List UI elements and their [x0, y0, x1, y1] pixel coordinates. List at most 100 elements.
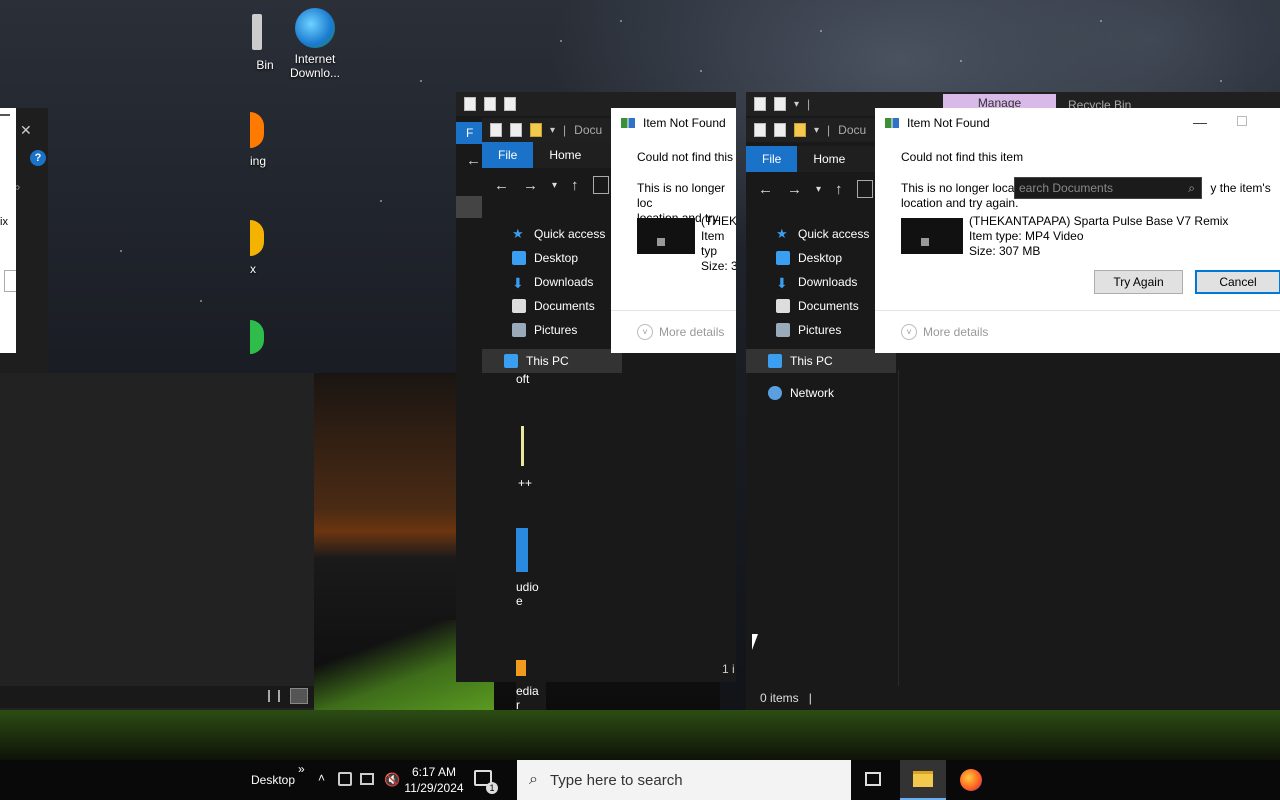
up-arrow-icon[interactable]: ↑: [571, 177, 579, 194]
forward-arrow-icon[interactable]: →: [787, 181, 802, 198]
firefox-icon[interactable]: [960, 769, 982, 791]
status-bar: 0 items |: [746, 686, 1280, 710]
nav-network[interactable]: Network: [746, 381, 834, 405]
network-icon: [768, 386, 782, 400]
desktop-app-icon-orange[interactable]: ing: [250, 112, 280, 168]
nav-quick-access[interactable]: ★ Quick access: [746, 222, 896, 246]
tiles-view-icon[interactable]: [290, 688, 308, 704]
item-type: Item type: MP4 Video: [969, 229, 1084, 243]
address-icon[interactable]: [856, 180, 873, 198]
documents-icon: [776, 299, 790, 313]
close-icon[interactable]: ✕: [20, 122, 32, 139]
nav-desktop[interactable]: Desktop: [482, 246, 632, 270]
item-not-found-dialog-left: Item Not Found Could not find this This …: [611, 108, 736, 353]
desktop-label: udio: [516, 580, 539, 594]
address-icon[interactable]: [592, 176, 609, 194]
left-window-statusbar: [0, 686, 314, 708]
wallpaper-bottom-strip: [0, 710, 1280, 760]
desktop-label: edia: [516, 684, 539, 698]
recent-chevron-icon[interactable]: ▾: [816, 184, 821, 195]
visual-studio-icon[interactable]: [516, 528, 528, 572]
more-details-toggle[interactable]: ˅ More details: [637, 324, 724, 340]
toolbar-overflow-icon[interactable]: »: [298, 762, 305, 776]
nav-downloads[interactable]: ⬇ Downloads: [482, 270, 632, 294]
back-arrow-icon[interactable]: ←: [494, 177, 509, 194]
search-input[interactable]: earch Documents ⌕: [1014, 177, 1202, 199]
tab-file[interactable]: File: [746, 146, 798, 172]
qat-icon: [464, 97, 476, 111]
back-arrow-icon[interactable]: ←: [758, 181, 773, 198]
nav-pictures[interactable]: Pictures: [482, 318, 632, 342]
ribbon-file-tab[interactable]: F: [456, 122, 482, 144]
desktop-toolbar-label[interactable]: Desktop: [251, 773, 295, 787]
desktop-app-icon-green[interactable]: [250, 320, 280, 354]
nav-documents[interactable]: Documents: [482, 294, 632, 318]
back-arrow-icon[interactable]: ←: [466, 152, 481, 169]
nav-desktop[interactable]: Desktop: [746, 246, 896, 270]
minimize-button[interactable]: —: [1193, 114, 1207, 130]
nav-quick-access[interactable]: ★ Quick access: [482, 222, 632, 246]
desktop-folder-icon: [776, 251, 790, 265]
antivirus-tray-icon[interactable]: [338, 772, 352, 786]
computer-icon: [768, 354, 782, 368]
desktop-label: r: [516, 698, 520, 712]
file-explorer-taskbar-icon[interactable]: [900, 760, 946, 800]
more-details-toggle[interactable]: ˅ More details: [901, 324, 988, 340]
notification-count: 1: [486, 782, 498, 794]
media-player-icon[interactable]: [516, 660, 526, 676]
desktop-app-icon-yellow[interactable]: x: [250, 220, 280, 276]
item-size: Size: 307 MB: [969, 244, 1041, 258]
internet-download-manager-icon[interactable]: Internet Downlo...: [280, 8, 350, 80]
clock-time: 6:17 AM: [411, 765, 457, 779]
dialog-body-line1: This is no longer loc: [637, 181, 726, 210]
desktop-label: e: [516, 594, 523, 608]
chevron-down-icon: ˅: [637, 324, 653, 340]
video-thumbnail: [637, 218, 696, 254]
taskbar-search[interactable]: ⌕ Type here to search: [517, 760, 851, 800]
desktop-folder-icon: [512, 251, 526, 265]
nav-this-pc[interactable]: This PC: [746, 349, 896, 373]
dialog-title: Item Not Found: [643, 116, 726, 130]
desktop-label: ++: [518, 476, 533, 490]
up-arrow-icon[interactable]: ↑: [835, 181, 843, 198]
try-again-button[interactable]: Try Again: [1094, 270, 1183, 294]
dialog-heading: Could not find this item: [901, 150, 1024, 164]
recent-chevron-icon[interactable]: ▾: [552, 180, 557, 191]
cancel-button[interactable]: Cancel: [1195, 270, 1280, 294]
far-left-dialog-edge: ix: [0, 108, 16, 353]
tab-file[interactable]: File: [482, 142, 534, 168]
dialog-title-icon: [885, 118, 899, 128]
recycle-bin-icon[interactable]: Bin: [250, 14, 280, 72]
taskbar: Desktop » ˄ 🔇 6:17 AM 11/29/2024 1 ⌕ Typ…: [0, 760, 1280, 800]
mouse-cursor: [752, 634, 766, 650]
dialog-title-icon: [621, 118, 635, 128]
tray-chevron-up-icon[interactable]: ˄: [318, 771, 325, 785]
search-placeholder: Type here to search: [549, 771, 683, 789]
maximize-button[interactable]: [1237, 116, 1247, 126]
computer-icon: [504, 354, 518, 368]
volume-muted-icon[interactable]: 🔇: [384, 772, 400, 788]
nav-downloads[interactable]: ⬇ Downloads: [746, 270, 896, 294]
task-view-icon[interactable]: [865, 772, 881, 786]
nav-this-pc[interactable]: This PC: [482, 349, 622, 373]
desktop-label: oft: [516, 372, 530, 386]
documents-icon: [512, 299, 526, 313]
search-icon: ⌕: [1188, 180, 1195, 195]
chevron-down-icon: ˅: [901, 324, 917, 340]
folder-icon: [913, 771, 933, 787]
pictures-icon: [512, 323, 526, 337]
help-icon[interactable]: ?: [30, 150, 46, 166]
dialog-heading: Could not find this: [637, 150, 734, 164]
clock[interactable]: 6:17 AM 11/29/2024: [404, 764, 464, 796]
wallpaper-lower: [0, 373, 314, 710]
tab-home[interactable]: Home: [533, 142, 597, 168]
pictures-icon: [776, 323, 790, 337]
nav-pictures[interactable]: Pictures: [746, 318, 896, 342]
tab-home[interactable]: Home: [797, 146, 861, 172]
nav-documents[interactable]: Documents: [746, 294, 896, 318]
forward-arrow-icon[interactable]: →: [523, 177, 538, 194]
network-tray-icon[interactable]: [360, 773, 374, 785]
video-thumbnail: [901, 218, 963, 254]
notepad-plus-icon[interactable]: [516, 426, 524, 466]
details-view-icon[interactable]: [268, 690, 280, 702]
